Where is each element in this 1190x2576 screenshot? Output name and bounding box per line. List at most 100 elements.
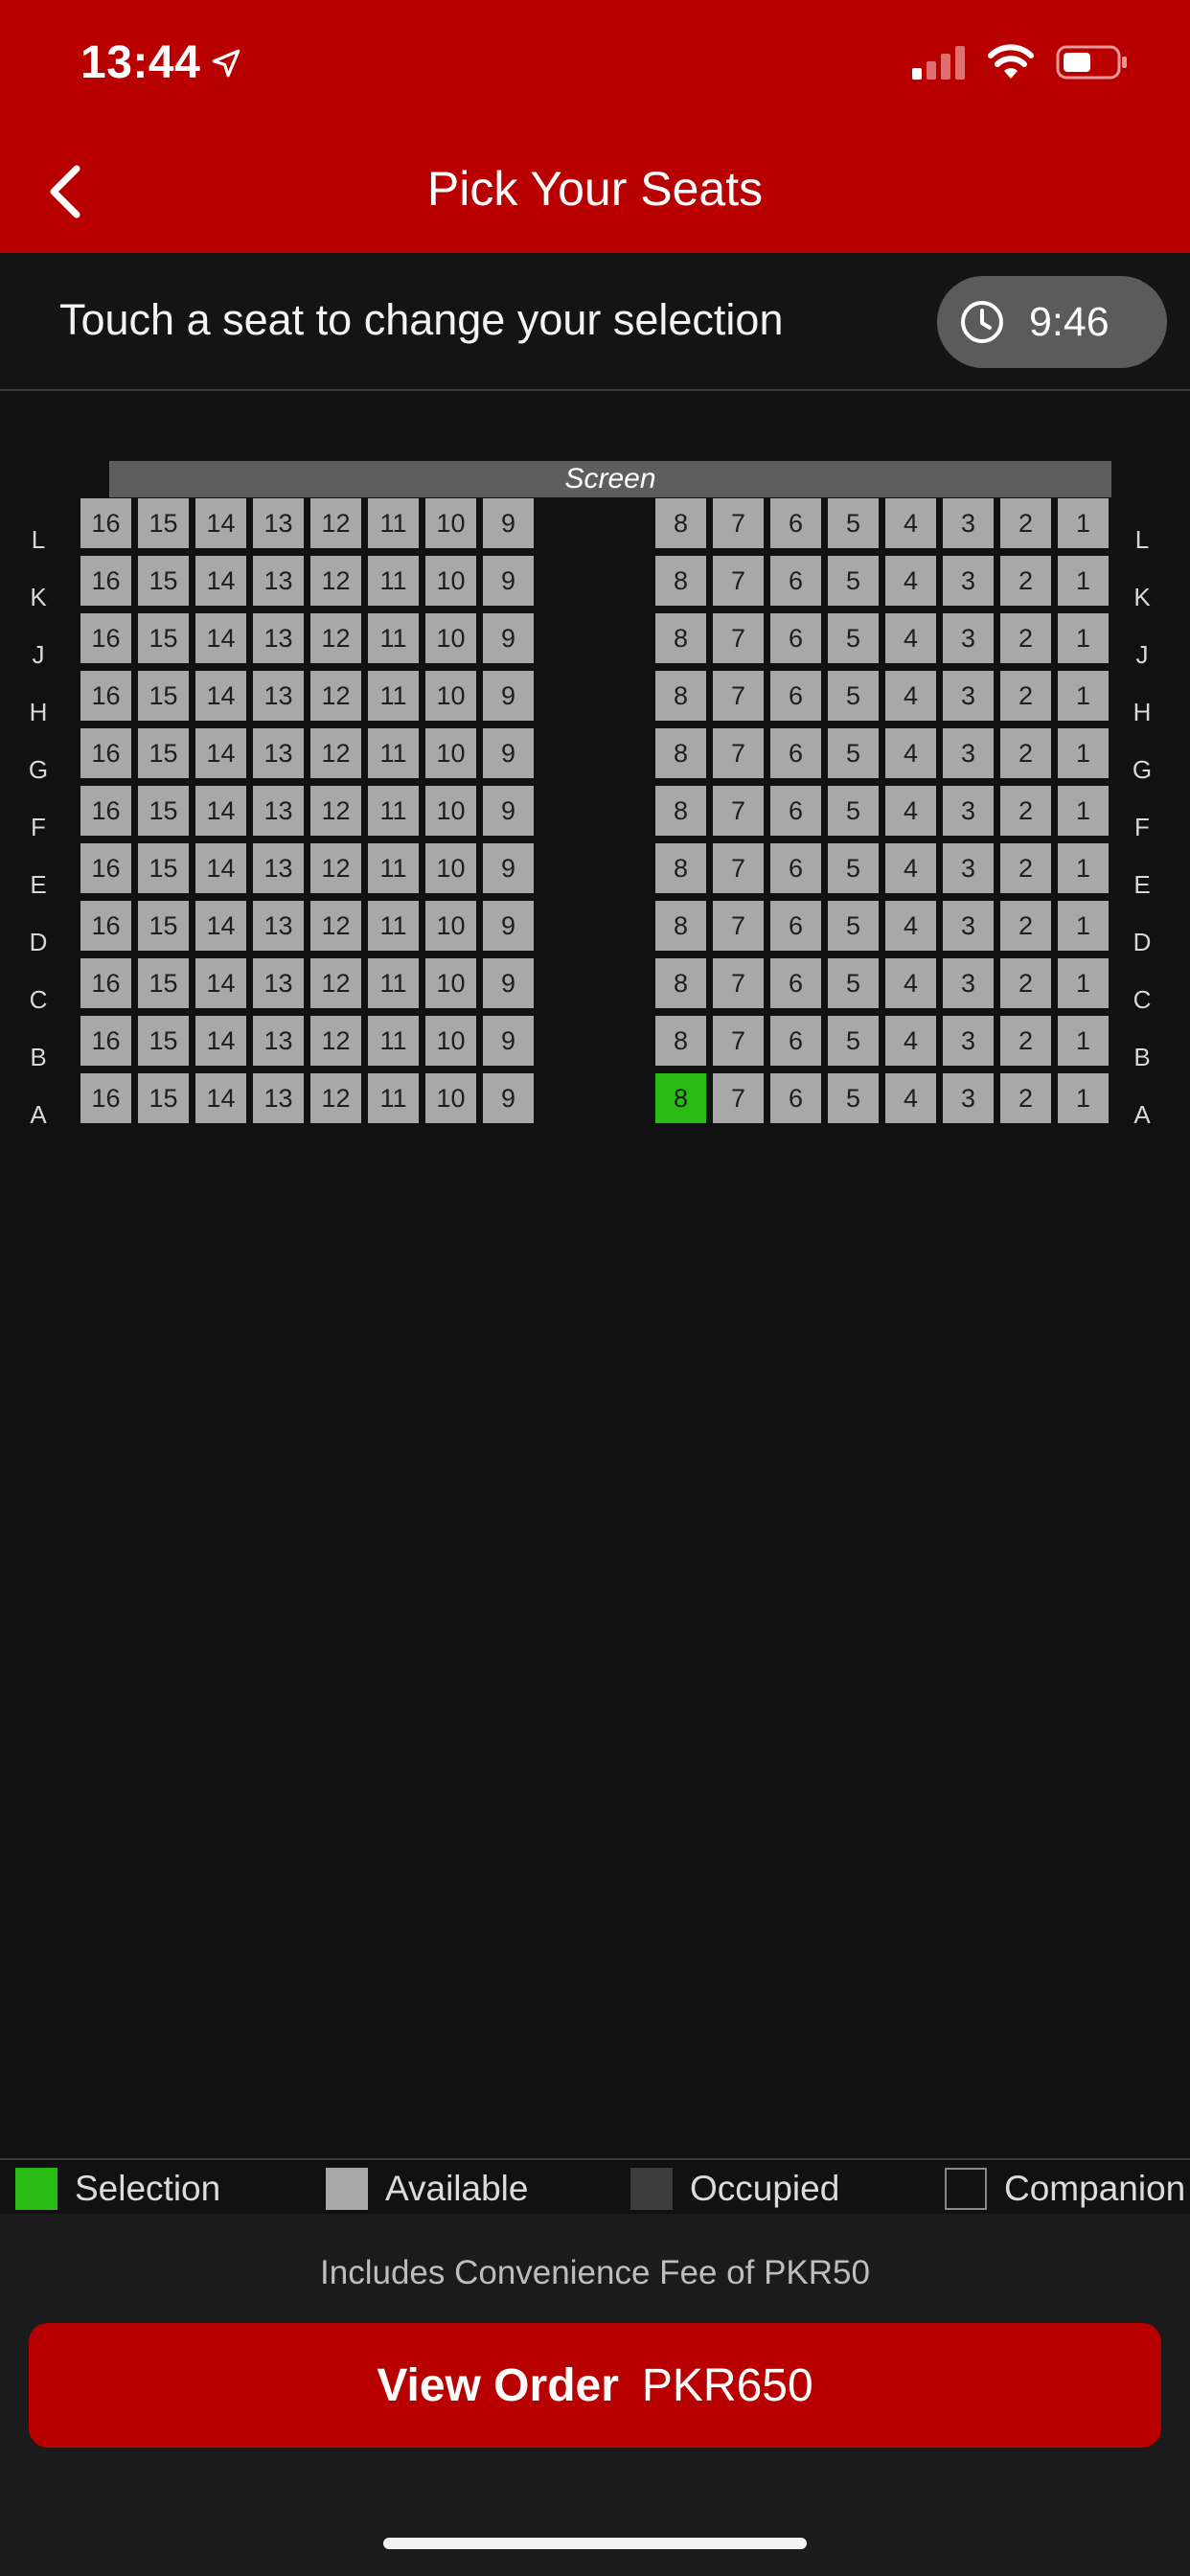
seat-g8[interactable]: 8 — [655, 728, 706, 778]
seat-j15[interactable]: 15 — [138, 613, 189, 663]
seat-h16[interactable]: 16 — [80, 671, 131, 721]
seat-k2[interactable]: 2 — [1000, 556, 1051, 606]
seat-e8[interactable]: 8 — [655, 843, 706, 893]
seat-g1[interactable]: 1 — [1058, 728, 1109, 778]
seat-b3[interactable]: 3 — [943, 1016, 994, 1066]
seat-g7[interactable]: 7 — [713, 728, 764, 778]
seat-k10[interactable]: 10 — [425, 556, 476, 606]
seat-d8[interactable]: 8 — [655, 901, 706, 951]
seat-a10[interactable]: 10 — [425, 1073, 476, 1123]
seat-f10[interactable]: 10 — [425, 786, 476, 836]
view-order-button[interactable]: View Order PKR650 — [29, 2323, 1161, 2448]
seat-h5[interactable]: 5 — [828, 671, 879, 721]
seat-b12[interactable]: 12 — [310, 1016, 361, 1066]
seat-g9[interactable]: 9 — [483, 728, 534, 778]
seat-e13[interactable]: 13 — [253, 843, 304, 893]
seat-b14[interactable]: 14 — [195, 1016, 246, 1066]
seat-g12[interactable]: 12 — [310, 728, 361, 778]
seat-f16[interactable]: 16 — [80, 786, 131, 836]
seat-j3[interactable]: 3 — [943, 613, 994, 663]
seat-g13[interactable]: 13 — [253, 728, 304, 778]
seat-a3[interactable]: 3 — [943, 1073, 994, 1123]
seat-k4[interactable]: 4 — [885, 556, 936, 606]
seat-h2[interactable]: 2 — [1000, 671, 1051, 721]
seat-c15[interactable]: 15 — [138, 958, 189, 1008]
seat-e3[interactable]: 3 — [943, 843, 994, 893]
seat-d7[interactable]: 7 — [713, 901, 764, 951]
seat-f3[interactable]: 3 — [943, 786, 994, 836]
seat-k3[interactable]: 3 — [943, 556, 994, 606]
seat-h6[interactable]: 6 — [770, 671, 821, 721]
seat-d15[interactable]: 15 — [138, 901, 189, 951]
seat-e16[interactable]: 16 — [80, 843, 131, 893]
seat-k16[interactable]: 16 — [80, 556, 131, 606]
seat-g4[interactable]: 4 — [885, 728, 936, 778]
seat-b6[interactable]: 6 — [770, 1016, 821, 1066]
seat-d14[interactable]: 14 — [195, 901, 246, 951]
seat-c16[interactable]: 16 — [80, 958, 131, 1008]
seat-a7[interactable]: 7 — [713, 1073, 764, 1123]
seat-a14[interactable]: 14 — [195, 1073, 246, 1123]
seat-a8[interactable]: 8 — [655, 1073, 706, 1123]
seat-b9[interactable]: 9 — [483, 1016, 534, 1066]
seat-h9[interactable]: 9 — [483, 671, 534, 721]
seat-j11[interactable]: 11 — [368, 613, 419, 663]
seat-g14[interactable]: 14 — [195, 728, 246, 778]
seat-k6[interactable]: 6 — [770, 556, 821, 606]
seat-e2[interactable]: 2 — [1000, 843, 1051, 893]
seat-l3[interactable]: 3 — [943, 498, 994, 548]
seat-k1[interactable]: 1 — [1058, 556, 1109, 606]
seat-h7[interactable]: 7 — [713, 671, 764, 721]
seat-b7[interactable]: 7 — [713, 1016, 764, 1066]
seat-h14[interactable]: 14 — [195, 671, 246, 721]
seat-f8[interactable]: 8 — [655, 786, 706, 836]
seat-c3[interactable]: 3 — [943, 958, 994, 1008]
seat-d16[interactable]: 16 — [80, 901, 131, 951]
seat-d3[interactable]: 3 — [943, 901, 994, 951]
seat-h12[interactable]: 12 — [310, 671, 361, 721]
seat-e5[interactable]: 5 — [828, 843, 879, 893]
seat-l10[interactable]: 10 — [425, 498, 476, 548]
seat-j13[interactable]: 13 — [253, 613, 304, 663]
seat-c7[interactable]: 7 — [713, 958, 764, 1008]
seat-l9[interactable]: 9 — [483, 498, 534, 548]
seat-a15[interactable]: 15 — [138, 1073, 189, 1123]
seat-f4[interactable]: 4 — [885, 786, 936, 836]
seat-c12[interactable]: 12 — [310, 958, 361, 1008]
seat-g6[interactable]: 6 — [770, 728, 821, 778]
seat-l7[interactable]: 7 — [713, 498, 764, 548]
seat-f7[interactable]: 7 — [713, 786, 764, 836]
seat-b10[interactable]: 10 — [425, 1016, 476, 1066]
seat-l14[interactable]: 14 — [195, 498, 246, 548]
seat-f6[interactable]: 6 — [770, 786, 821, 836]
seat-j5[interactable]: 5 — [828, 613, 879, 663]
seat-b13[interactable]: 13 — [253, 1016, 304, 1066]
seat-h1[interactable]: 1 — [1058, 671, 1109, 721]
seat-l15[interactable]: 15 — [138, 498, 189, 548]
seat-a5[interactable]: 5 — [828, 1073, 879, 1123]
seat-j9[interactable]: 9 — [483, 613, 534, 663]
seat-c4[interactable]: 4 — [885, 958, 936, 1008]
seat-k9[interactable]: 9 — [483, 556, 534, 606]
seat-d4[interactable]: 4 — [885, 901, 936, 951]
seat-a2[interactable]: 2 — [1000, 1073, 1051, 1123]
seat-k8[interactable]: 8 — [655, 556, 706, 606]
seat-b2[interactable]: 2 — [1000, 1016, 1051, 1066]
seat-j16[interactable]: 16 — [80, 613, 131, 663]
seat-e7[interactable]: 7 — [713, 843, 764, 893]
seat-d2[interactable]: 2 — [1000, 901, 1051, 951]
seat-a13[interactable]: 13 — [253, 1073, 304, 1123]
seat-b1[interactable]: 1 — [1058, 1016, 1109, 1066]
seat-j6[interactable]: 6 — [770, 613, 821, 663]
seat-b4[interactable]: 4 — [885, 1016, 936, 1066]
seat-c9[interactable]: 9 — [483, 958, 534, 1008]
seat-d9[interactable]: 9 — [483, 901, 534, 951]
seat-a1[interactable]: 1 — [1058, 1073, 1109, 1123]
seat-d5[interactable]: 5 — [828, 901, 879, 951]
seat-k13[interactable]: 13 — [253, 556, 304, 606]
seat-g16[interactable]: 16 — [80, 728, 131, 778]
seat-j12[interactable]: 12 — [310, 613, 361, 663]
seat-a16[interactable]: 16 — [80, 1073, 131, 1123]
seat-d12[interactable]: 12 — [310, 901, 361, 951]
seat-h8[interactable]: 8 — [655, 671, 706, 721]
